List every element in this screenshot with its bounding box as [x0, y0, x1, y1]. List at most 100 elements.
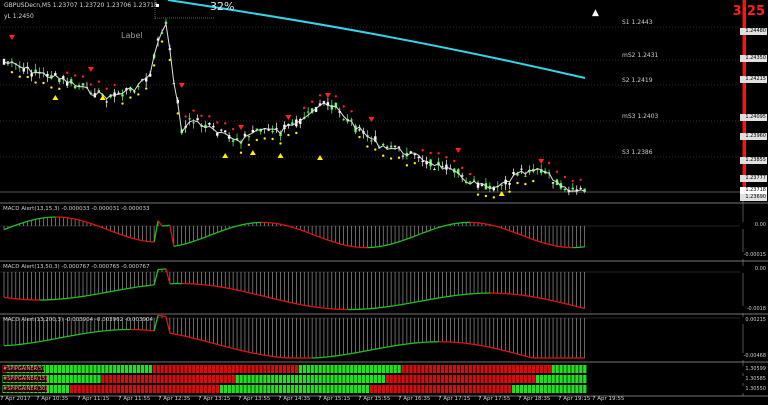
candle-body	[34, 69, 37, 73]
macd-signal-line	[497, 348, 502, 351]
signal-dot	[492, 196, 495, 199]
signal-bar	[492, 385, 496, 393]
signal-bar	[53, 375, 58, 383]
signal-bar	[318, 375, 322, 383]
signal-bar	[381, 365, 385, 373]
candle-body	[350, 119, 353, 121]
signal-bar	[480, 375, 484, 383]
percent-label: 32%	[210, 0, 235, 13]
signal-bar	[484, 375, 488, 383]
signal-bar	[160, 375, 164, 383]
signal-bar	[468, 375, 472, 383]
signal-bar	[437, 375, 441, 383]
signal-bar	[152, 385, 156, 393]
signal-bar	[338, 375, 342, 383]
signal-bar	[563, 375, 567, 383]
signal-dot	[429, 151, 432, 155]
signal-bar	[251, 385, 255, 393]
price-tick: 1.24350	[740, 55, 767, 62]
signal-bar	[117, 375, 121, 383]
signal-bar	[437, 385, 441, 393]
macd-signal-line	[126, 287, 131, 290]
signal-bar	[334, 365, 338, 373]
chart-object-label[interactable]: Label	[121, 32, 143, 40]
signal-bar	[176, 385, 180, 393]
signal-bar	[460, 375, 464, 383]
signal-bar	[385, 365, 389, 373]
signal-bar	[215, 385, 220, 393]
macd-signal-line	[402, 303, 408, 305]
signal-bar	[259, 385, 263, 393]
signal-bar	[93, 375, 97, 383]
signal-bar	[231, 375, 235, 383]
signal-bar	[539, 375, 543, 383]
signal-bar	[365, 365, 370, 373]
mouse-pointer-icon: ▲	[592, 8, 599, 18]
signal-bar	[527, 385, 532, 393]
signal-bar	[69, 365, 73, 373]
signal-bar	[425, 375, 429, 383]
signal-bar	[306, 365, 310, 373]
macd-signal-line	[402, 343, 407, 346]
macd-signal-line	[161, 315, 167, 318]
macd-signal-line	[276, 298, 281, 301]
signal-bar	[85, 385, 89, 393]
signal-bar	[160, 385, 164, 393]
signal-dot	[10, 70, 14, 74]
signal-bar	[583, 375, 587, 383]
trading-chart[interactable]	[0, 0, 768, 405]
macd-signal-line	[173, 244, 178, 247]
candle-body	[358, 129, 361, 131]
signal-bar	[267, 375, 271, 383]
macd-signal-line	[410, 301, 415, 304]
macd-signal-line	[252, 352, 257, 355]
macd-signal-line	[256, 353, 261, 356]
macd-signal-line	[142, 239, 147, 242]
signal-bar	[223, 385, 227, 393]
signal-bar	[322, 385, 326, 393]
macd-signal-line	[312, 305, 317, 308]
macd-signal-line	[157, 314, 163, 317]
signal-dot	[34, 81, 37, 84]
signal-bar	[358, 365, 362, 373]
candle-body	[500, 184, 503, 186]
signal-bar	[156, 375, 160, 383]
signal-dot	[121, 102, 124, 105]
macd-signal-line	[244, 291, 250, 294]
signal-bar	[132, 365, 137, 373]
macd-signal-line	[296, 303, 301, 306]
macd-signal-line	[260, 353, 265, 356]
signal-bar	[61, 385, 66, 393]
time-axis-label: 7 Apr 2017	[0, 396, 31, 402]
price-tick: 1.23960	[740, 133, 767, 140]
signal-dot	[50, 86, 53, 89]
signal-bar	[207, 375, 212, 383]
indicator-scale-top: 0.00215	[740, 317, 767, 324]
signal-bar	[196, 365, 200, 373]
candle-body	[468, 181, 472, 183]
macd-signal-line	[31, 341, 36, 344]
signal-bar	[440, 375, 445, 383]
signal-bar	[267, 385, 271, 393]
macd-signal-line	[541, 297, 546, 300]
signal-bar	[294, 385, 299, 393]
macd-signal-line	[315, 306, 321, 309]
price-tick: 1.23777	[740, 175, 767, 182]
signal-bar	[535, 385, 540, 393]
signal-bar	[144, 375, 148, 383]
signal-bar	[49, 365, 54, 373]
signal-bar	[164, 365, 168, 373]
macd-signal-line	[276, 222, 281, 225]
time-axis-label: 7 Apr 12:35	[158, 396, 191, 402]
signal-bar	[516, 365, 520, 373]
signal-bar	[247, 365, 251, 373]
signal-bar	[444, 375, 449, 383]
signal-bar	[361, 365, 366, 373]
signal-bar	[417, 375, 421, 383]
signal-bar	[223, 375, 227, 383]
macd-signal-line	[31, 218, 36, 221]
time-axis-label: 7 Apr 18:35	[518, 396, 551, 402]
macd-signal-line	[74, 333, 80, 336]
signal-bar	[326, 375, 330, 383]
signal-bar	[81, 385, 85, 393]
